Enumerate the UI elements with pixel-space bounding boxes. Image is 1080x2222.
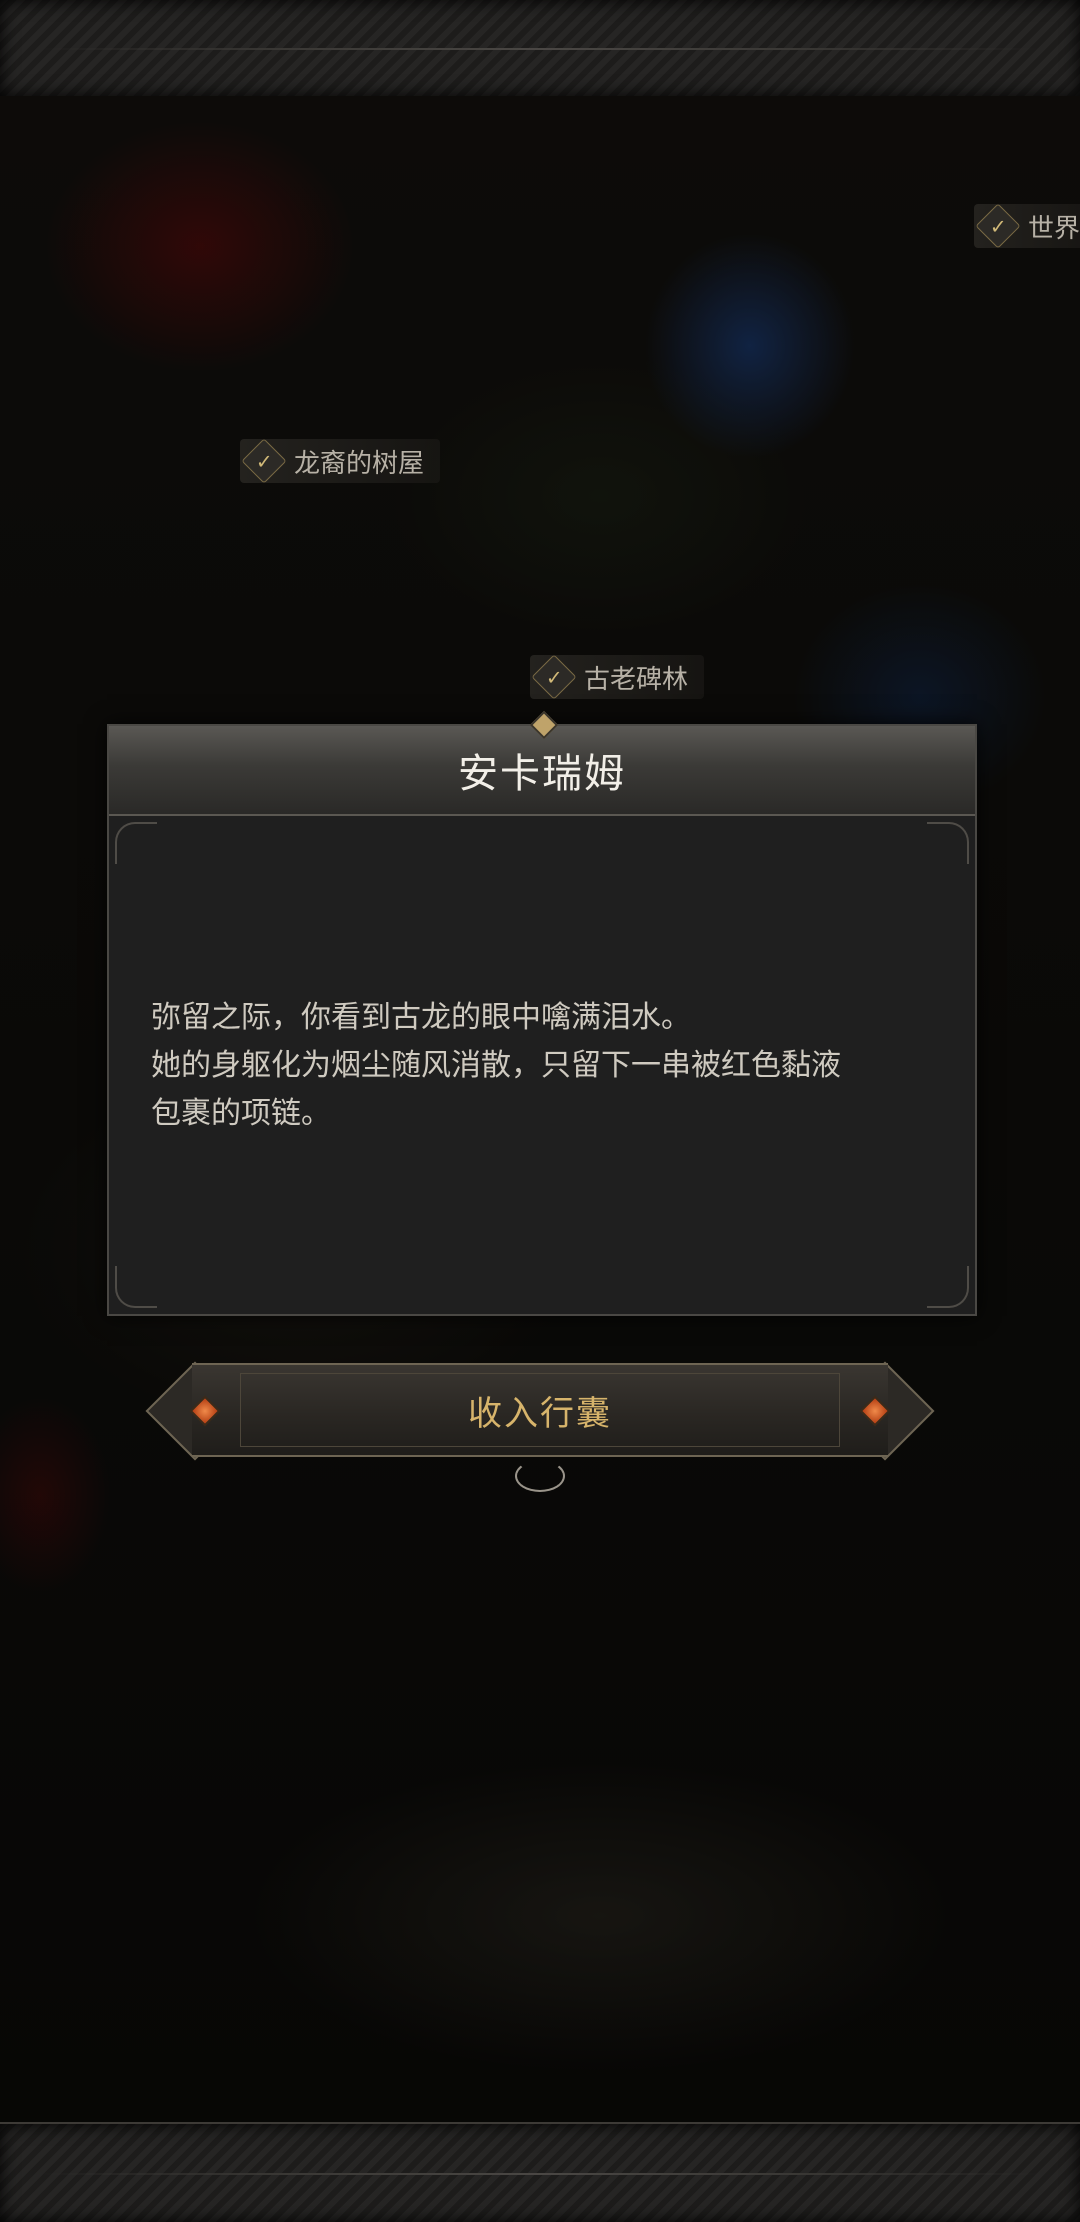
corner-ornament xyxy=(927,822,969,864)
map-node-label: 世界 xyxy=(1028,213,1080,244)
dialog-title: 安卡瑞姆 xyxy=(458,751,626,797)
dialog-line: 弥留之际，你看到古龙的眼中噙满泪水。 xyxy=(151,1000,691,1035)
collect-button[interactable]: 收入行囊 xyxy=(145,1361,935,1461)
dialog-line: 包裹的项链。 xyxy=(151,1096,331,1131)
collect-button-label: 收入行囊 xyxy=(468,1393,612,1434)
dialog-line: 她的身躯化为烟尘随风消散，只留下一串被红色黏液 xyxy=(151,1048,841,1083)
check-icon: ✓ xyxy=(531,654,577,700)
check-icon: ✓ xyxy=(975,203,1021,249)
dialog-header: 安卡瑞姆 xyxy=(109,726,975,816)
corner-ornament xyxy=(115,1266,157,1308)
corner-ornament xyxy=(115,822,157,864)
dialog-body: 弥留之际，你看到古龙的眼中噙满泪水。 她的身躯化为烟尘随风消散，只留下一串被红色… xyxy=(109,816,975,1138)
corner-ornament xyxy=(927,1266,969,1308)
location-ring-icon xyxy=(515,1460,565,1492)
map-node-label: 龙裔的树屋 xyxy=(294,448,425,479)
top-frame xyxy=(0,0,1080,98)
bottom-frame xyxy=(0,2122,1080,2222)
map-node-world[interactable]: ✓ 世界 xyxy=(974,203,1080,249)
map-node-label: 古老碑林 xyxy=(584,664,689,695)
map-node-ancient-stele-forest[interactable]: ✓ 古老碑林 xyxy=(530,654,705,700)
map-node-dragon-treehouse[interactable]: ✓ 龙裔的树屋 xyxy=(240,438,441,484)
check-icon: ✓ xyxy=(241,438,287,484)
story-dialog: 安卡瑞姆 弥留之际，你看到古龙的眼中噙满泪水。 她的身躯化为烟尘随风消散，只留下… xyxy=(107,710,977,1316)
